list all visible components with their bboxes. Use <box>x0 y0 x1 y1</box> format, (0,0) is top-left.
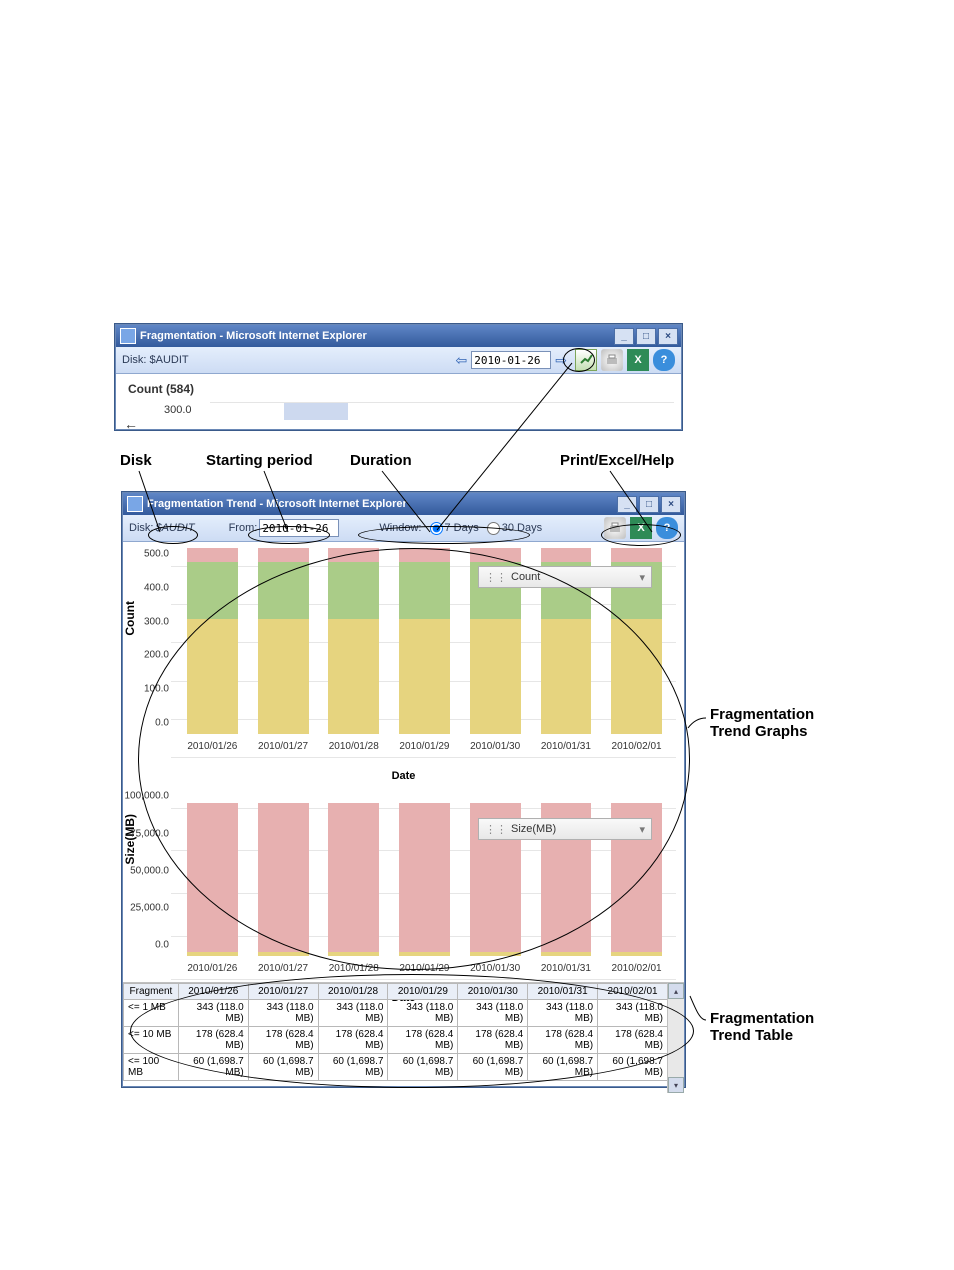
table-row: <= 100 MB60 (1,698.7 MB)60 (1,698.7 MB)6… <box>124 1054 668 1081</box>
from-label: From: <box>229 522 258 534</box>
fragmentation-trend-table-container: Fragment2010/01/262010/01/272010/01/2820… <box>123 982 684 1093</box>
maximize-button[interactable]: □ <box>639 496 659 513</box>
help-icon[interactable]: ? <box>653 349 675 371</box>
table-row: <= 1 MB343 (118.0 MB)343 (118.0 MB)343 (… <box>124 1000 668 1027</box>
legend-count[interactable]: ⋮⋮Count▾ <box>478 566 652 588</box>
window-label: Window: <box>379 522 421 534</box>
gridline <box>210 402 674 403</box>
radio-7days-label: 7 Days <box>445 522 479 534</box>
radio-30days[interactable] <box>487 522 500 535</box>
annot-disk: Disk <box>120 452 152 469</box>
radio-30days-label: 30 Days <box>502 522 542 534</box>
title-text: Fragmentation Trend - Microsoft Internet… <box>147 498 407 510</box>
minimize-button[interactable]: _ <box>617 496 637 513</box>
count-chart-title: Count (584) <box>116 374 681 404</box>
print-icon[interactable] <box>604 517 626 539</box>
next-date-button[interactable]: ⇨ <box>551 352 571 369</box>
y-tick: 300.0 <box>164 404 192 416</box>
size-trend-chart: Size(MB) 0.025,000.050,000.075,000.0100,… <box>131 800 676 980</box>
title-text: Fragmentation - Microsoft Internet Explo… <box>140 330 367 342</box>
close-button[interactable]: × <box>661 496 681 513</box>
annot-starting-period: Starting period <box>206 452 313 469</box>
titlebar-trend: Fragmentation Trend - Microsoft Internet… <box>123 493 684 515</box>
back-arrow-icon: ← <box>124 416 138 432</box>
table-header: Fragment <box>124 984 179 1000</box>
table-header: 2010/01/30 <box>458 984 528 1000</box>
legend-size[interactable]: ⋮⋮Size(MB)▾ <box>478 818 652 840</box>
toolbar-trend: Disk: $AUDIT From: Window: 7 Days 30 Day… <box>123 515 684 542</box>
print-icon[interactable] <box>601 349 623 371</box>
titlebar-fragmentation: Fragmentation - Microsoft Internet Explo… <box>116 325 681 347</box>
table-header: 2010/01/26 <box>178 984 248 1000</box>
annot-frag-graphs: FragmentationTrend Graphs <box>710 706 814 740</box>
annot-frag-table: FragmentationTrend Table <box>710 1010 814 1044</box>
excel-icon[interactable]: X <box>630 517 652 539</box>
table-header: 2010/02/01 <box>598 984 668 1000</box>
table-header: 2010/01/29 <box>388 984 458 1000</box>
trend-icon[interactable] <box>575 349 597 371</box>
window-fragmentation-trend: Fragmentation Trend - Microsoft Internet… <box>122 492 685 1087</box>
minimize-button[interactable]: _ <box>614 328 634 345</box>
annot-print-excel-help: Print/Excel/Help <box>560 452 674 469</box>
window-fragmentation: Fragmentation - Microsoft Internet Explo… <box>115 324 682 430</box>
table-header: 2010/01/27 <box>248 984 318 1000</box>
date-input[interactable] <box>471 351 551 369</box>
table-header: 2010/01/28 <box>318 984 388 1000</box>
disk-label: Disk: $AUDIT <box>122 354 189 366</box>
prev-date-button[interactable]: ⇦ <box>452 352 472 369</box>
scrollbar-vertical[interactable]: ▴ ▾ <box>667 983 684 1093</box>
x-axis-label: Date <box>131 768 676 790</box>
fragmentation-trend-table: Fragment2010/01/262010/01/272010/01/2820… <box>123 983 668 1081</box>
from-input[interactable] <box>259 519 339 537</box>
count-trend-chart: Count 0.0100.0200.0300.0400.0500.0 2010/… <box>131 548 676 758</box>
mini-bar <box>284 402 348 420</box>
disk-label: Disk: <box>129 522 153 534</box>
table-row: <= 10 MB178 (628.4 MB)178 (628.4 MB)178 … <box>124 1027 668 1054</box>
close-button[interactable]: × <box>658 328 678 345</box>
excel-icon[interactable]: X <box>627 349 649 371</box>
radio-7days[interactable] <box>430 522 443 535</box>
disk-value: $AUDIT <box>155 522 194 534</box>
maximize-button[interactable]: □ <box>636 328 656 345</box>
ie-icon <box>127 496 143 512</box>
scroll-up-button[interactable]: ▴ <box>668 983 684 999</box>
table-header: 2010/01/31 <box>528 984 598 1000</box>
scroll-down-button[interactable]: ▾ <box>668 1077 684 1093</box>
help-icon[interactable]: ? <box>656 517 678 539</box>
annot-duration: Duration <box>350 452 412 469</box>
ie-icon <box>120 328 136 344</box>
toolbar-fragmentation: Disk: $AUDIT ⇦ ⇨ X ? <box>116 347 681 374</box>
